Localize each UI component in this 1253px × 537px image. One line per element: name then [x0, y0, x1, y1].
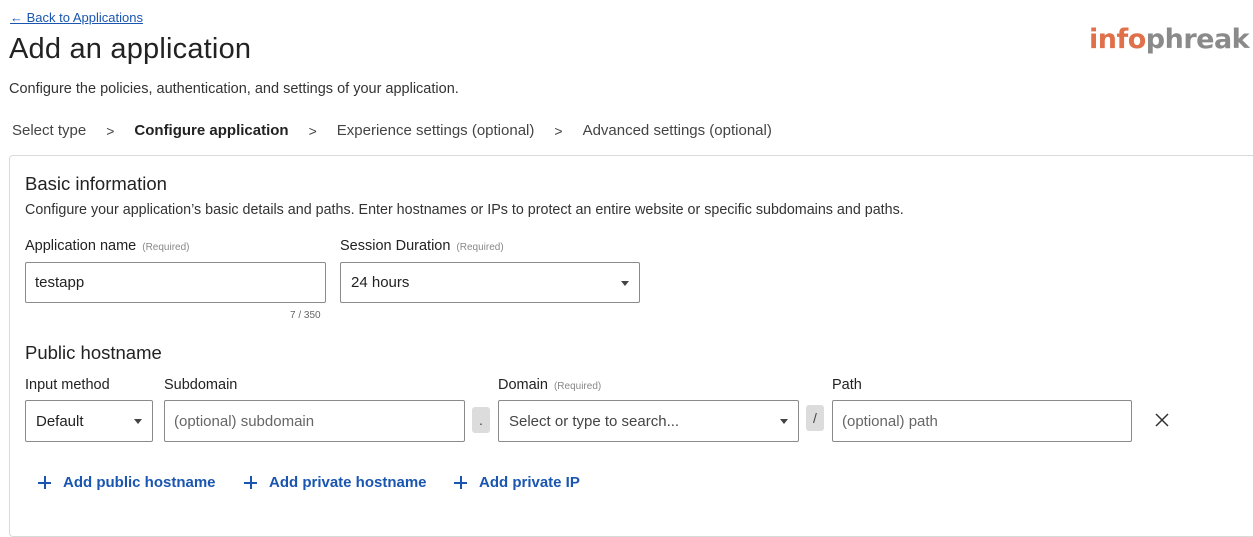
required-hint: (Required): [553, 381, 602, 392]
basic-info-title: Basic information: [25, 173, 167, 194]
step-separator: >: [106, 122, 115, 139]
back-to-applications-link[interactable]: ← Back to Applications: [10, 10, 143, 25]
input-method-value: Default: [36, 412, 84, 430]
plus-icon: [454, 476, 467, 489]
close-icon: [1155, 413, 1169, 427]
wizard-steps: Select type > Configure application > Ex…: [12, 122, 772, 139]
required-hint: (Required): [142, 242, 190, 253]
step-separator: >: [554, 122, 563, 139]
chevron-down-icon: [621, 280, 629, 286]
configure-card: Basic information Configure your applica…: [9, 155, 1253, 537]
basic-info-description: Configure your application’s basic detai…: [25, 202, 904, 218]
add-private-ip-label: Add private IP: [479, 474, 580, 491]
step-configure-application[interactable]: Configure application: [134, 122, 288, 139]
public-hostname-title: Public hostname: [25, 342, 162, 363]
domain-select[interactable]: Select or type to search...: [498, 400, 799, 442]
domain-label: Domain (Required): [498, 377, 601, 393]
domain-label-text: Domain: [498, 377, 548, 393]
input-method-label: Input method: [25, 377, 110, 393]
app-name-label-text: Application name: [25, 238, 137, 254]
add-private-hostname-label: Add private hostname: [269, 474, 427, 491]
path-input[interactable]: [832, 400, 1132, 442]
required-hint: (Required): [456, 242, 504, 253]
add-private-hostname-button[interactable]: Add private hostname: [244, 474, 427, 491]
app-name-label: Application name (Required): [25, 238, 190, 254]
step-advanced-settings[interactable]: Advanced settings (optional): [583, 122, 772, 139]
slash-separator: /: [806, 405, 824, 431]
step-experience-settings[interactable]: Experience settings (optional): [337, 122, 535, 139]
page-description: Configure the policies, authentication, …: [9, 81, 459, 97]
chevron-down-icon: [134, 419, 142, 424]
step-select-type[interactable]: Select type: [12, 122, 86, 139]
step-separator: >: [308, 122, 317, 139]
app-name-counter: 7 / 350: [290, 310, 321, 321]
add-private-ip-button[interactable]: Add private IP: [454, 474, 580, 491]
plus-icon: [38, 476, 51, 489]
session-duration-label: Session Duration (Required): [340, 238, 504, 254]
logo-part-1: info: [1089, 24, 1146, 55]
page-title: Add an application: [9, 33, 252, 65]
dot-separator: .: [472, 407, 490, 433]
logo-part-2: phreak: [1145, 24, 1250, 55]
path-label: Path: [832, 377, 862, 393]
input-method-select[interactable]: Default: [25, 400, 153, 442]
subdomain-label: Subdomain: [164, 377, 238, 393]
remove-hostname-button[interactable]: [1152, 410, 1172, 430]
session-duration-label-text: Session Duration: [340, 238, 451, 254]
app-name-input[interactable]: [25, 262, 326, 303]
domain-placeholder: Select or type to search...: [509, 412, 680, 430]
session-duration-value: 24 hours: [351, 274, 410, 291]
brand-logo: infophreak: [1089, 24, 1250, 55]
subdomain-input[interactable]: [164, 400, 465, 442]
session-duration-select[interactable]: 24 hours: [340, 262, 640, 303]
chevron-down-icon: [780, 419, 788, 424]
plus-icon: [244, 476, 257, 489]
add-public-hostname-label: Add public hostname: [63, 474, 216, 491]
add-public-hostname-button[interactable]: Add public hostname: [38, 474, 216, 491]
